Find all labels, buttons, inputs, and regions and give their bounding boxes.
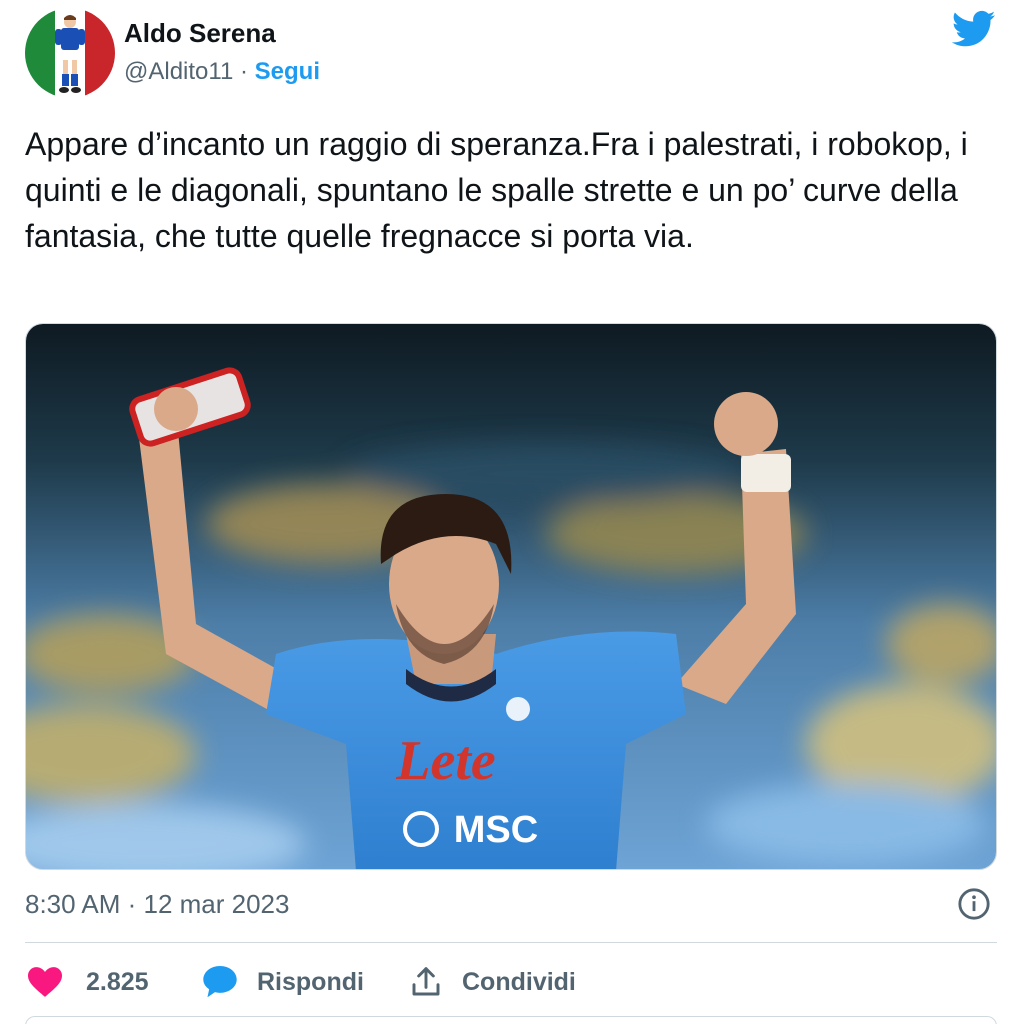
read-replies-bar[interactable] — [25, 1016, 997, 1024]
follow-button[interactable]: Segui — [255, 58, 320, 85]
like-button[interactable]: 2.825 — [28, 962, 149, 1002]
reply-label: Rispondi — [257, 967, 364, 996]
info-icon[interactable] — [957, 887, 991, 921]
tweet-photo[interactable]: Lete MSC — [25, 323, 997, 870]
author-handle[interactable]: @Aldito11 — [124, 58, 233, 85]
likes-count: 2.825 — [86, 967, 149, 996]
author-avatar[interactable] — [25, 8, 115, 98]
jersey-sponsor-top: Lete — [395, 730, 495, 792]
tweet-card: Aldo Serena @Aldito11 · Segui Appare d’i… — [0, 0, 1029, 1024]
author-handle-line: @Aldito11 · Segui — [124, 58, 320, 86]
share-label: Condividi — [462, 967, 576, 996]
divider — [25, 942, 997, 943]
share-button[interactable]: Condividi — [410, 962, 576, 1002]
reply-bubble-icon — [203, 966, 237, 998]
share-icon — [412, 967, 440, 996]
heart-icon — [28, 967, 62, 997]
tweet-text: Appare d’incanto un raggio di speranza.F… — [25, 126, 968, 254]
twitter-bird-icon[interactable] — [952, 10, 996, 48]
handle-separator: · — [233, 58, 255, 85]
author-name[interactable]: Aldo Serena — [124, 18, 276, 49]
jersey-sponsor-bottom: MSC — [454, 809, 538, 851]
reply-button[interactable]: Rispondi — [203, 962, 364, 1002]
tweet-timestamp[interactable]: 8:30 AM · 12 mar 2023 — [25, 889, 289, 920]
